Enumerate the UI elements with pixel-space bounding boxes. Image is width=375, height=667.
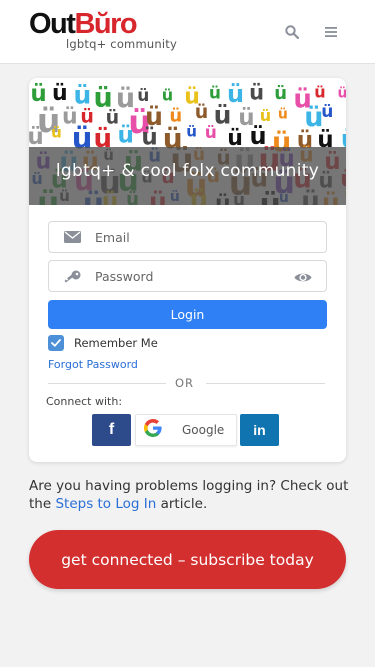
smiley-glyph: ü (51, 123, 62, 141)
linkedin-icon: in (253, 422, 266, 438)
password-input[interactable] (95, 262, 285, 290)
facebook-icon: f (108, 421, 115, 438)
envelope-icon (49, 231, 95, 243)
smiley-glyph: ü (195, 101, 209, 123)
divider-right (206, 383, 325, 384)
email-field[interactable] (48, 221, 327, 253)
checkmark-icon[interactable] (48, 335, 64, 351)
login-card: üüüüüüüüüüüüüüüüüüüüüüüüüüüüüüüüüüüüüüüü… (29, 78, 346, 462)
login-help-text: Are you having problems logging in? Chec… (29, 477, 349, 513)
smiley-glyph: ü (321, 102, 333, 122)
password-field[interactable] (48, 260, 327, 292)
smiley-glyph: ü (314, 83, 325, 102)
key-icon (49, 270, 95, 283)
connect-with-label: Connect with: (46, 395, 123, 408)
logo-primary: Out (29, 8, 76, 40)
smiley-glyph: ü (249, 80, 264, 104)
remember-me-checkbox[interactable]: Remember Me (48, 335, 158, 351)
divider-left (48, 383, 166, 384)
help-text-post: article. (156, 496, 208, 512)
smiley-glyph: ü (338, 85, 347, 101)
email-input[interactable] (95, 223, 285, 251)
facebook-login-button[interactable]: f (92, 414, 131, 446)
smiley-glyph: ü (274, 83, 287, 104)
site-header: OutBŭro lgbtq+ community (0, 0, 375, 64)
logo-accent: Bŭro (74, 8, 137, 40)
smiley-glyph: ü (162, 86, 173, 105)
google-button-label: Google (182, 423, 225, 437)
logo-wordmark: OutBŭro (29, 9, 179, 39)
linkedin-login-button[interactable]: in (240, 414, 279, 446)
login-button[interactable]: Login (48, 300, 327, 329)
smiley-glyph: ü (205, 123, 217, 143)
show-password-eye-icon[interactable] (294, 269, 312, 288)
google-icon (144, 419, 162, 441)
smiley-glyph: ü (186, 123, 197, 141)
smiley-glyph: ü (118, 123, 134, 149)
banner-title: lgbtq+ & cool folx community (55, 161, 320, 181)
forgot-password-link[interactable]: Forgot Password (48, 358, 138, 371)
logo-tagline: lgbtq+ community (66, 37, 177, 51)
outburo-logo[interactable]: OutBŭro lgbtq+ community (29, 9, 179, 53)
community-banner: üüüüüüüüüüüüüüüüüüüüüüüüüüüüüüüüüüüüüüüü… (29, 78, 346, 205)
search-icon[interactable] (282, 22, 302, 42)
hamburger-menu-icon[interactable] (321, 22, 341, 42)
or-divider-label: OR (175, 376, 195, 390)
remember-me-label: Remember Me (74, 336, 158, 350)
smiley-glyph: ü (278, 106, 288, 122)
subscribe-cta-button[interactable]: get connected – subscribe today (29, 530, 346, 589)
steps-to-log-in-link[interactable]: Steps to Log In (55, 496, 156, 512)
google-login-button[interactable]: Google (135, 414, 237, 446)
